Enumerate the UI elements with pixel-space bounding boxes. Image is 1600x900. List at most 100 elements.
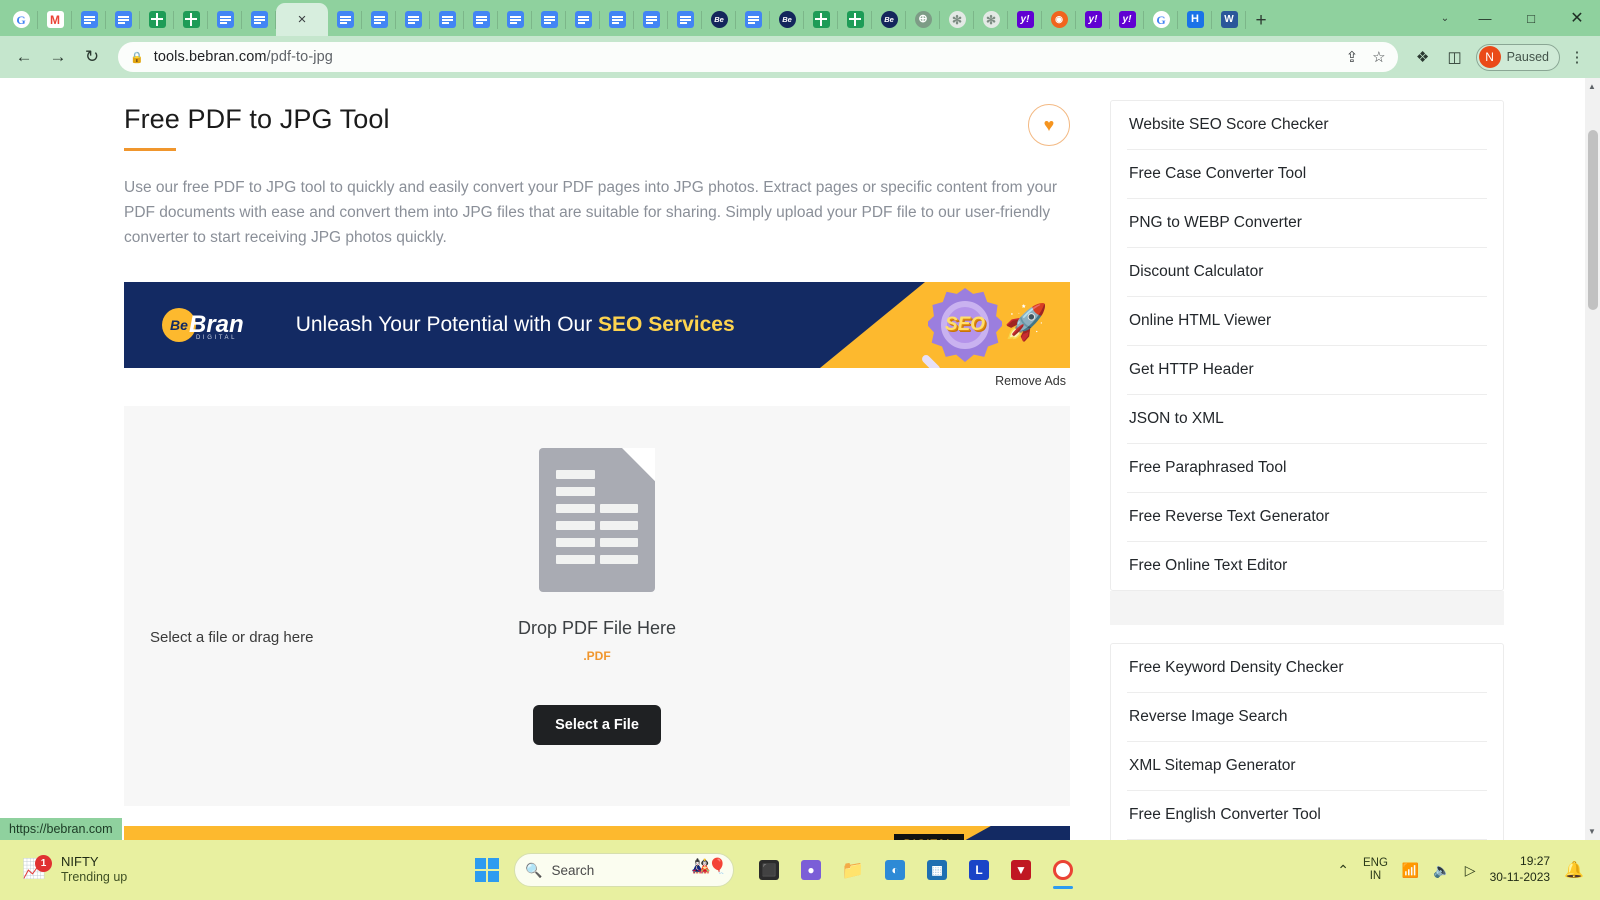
- tab-30[interactable]: ◉: [1042, 3, 1076, 36]
- microsoft-edge-icon[interactable]: ◐: [876, 850, 914, 890]
- tab-32[interactable]: y!: [1110, 3, 1144, 36]
- tab-20[interactable]: Be: [702, 3, 736, 36]
- notification-bell-icon[interactable]: 🔔: [1564, 860, 1584, 880]
- tab-9[interactable]: [328, 3, 362, 36]
- tab-29[interactable]: y!: [1008, 3, 1042, 36]
- tab-strip: G M × Be Be Be ⊕ ✻ ✻ y! ◉ y! y! G H W + ⌄ — □ ✕: [0, 0, 1600, 36]
- tab-33[interactable]: G: [1144, 3, 1178, 36]
- forward-icon[interactable]: →: [42, 41, 74, 73]
- sidebar-item-two-1[interactable]: Reverse Image Search: [1127, 693, 1487, 742]
- close-window-button[interactable]: ✕: [1554, 0, 1600, 36]
- sidebar-item-1[interactable]: Free Case Converter Tool: [1127, 150, 1487, 199]
- file-explorer-icon[interactable]: 📁: [834, 850, 872, 890]
- share-icon[interactable]: ⇪: [1346, 48, 1359, 66]
- tab-34[interactable]: H: [1178, 3, 1212, 36]
- url-text: tools.bebran.com/pdf-to-jpg: [153, 49, 333, 65]
- sidebar-item-4[interactable]: Online HTML Viewer: [1127, 297, 1487, 346]
- extensions-puzzle-icon[interactable]: ❖: [1408, 42, 1438, 72]
- nifty-widget[interactable]: 📈 1 NIFTY Trending up: [22, 854, 127, 886]
- teams-chat-icon[interactable]: ●: [792, 850, 830, 890]
- bottom-ad-banner[interactable]: DIGITAL Transform Your Business with Our: [124, 826, 1070, 840]
- volume-icon[interactable]: 🔈: [1433, 862, 1450, 879]
- tab-7[interactable]: [242, 3, 276, 36]
- wifi-icon[interactable]: 📶: [1402, 862, 1419, 879]
- scrollbar-thumb[interactable]: [1588, 130, 1598, 310]
- tab-28[interactable]: ✻: [974, 3, 1008, 36]
- tray-chevron-icon[interactable]: ⌃: [1337, 862, 1349, 879]
- seo-ad-banner[interactable]: Be Bran DIGITAL Unleash Your Potential w…: [124, 282, 1070, 368]
- sidebar-item-8[interactable]: Free Reverse Text Generator: [1127, 493, 1487, 542]
- lenovo-app-icon[interactable]: L: [960, 850, 998, 890]
- tab-16[interactable]: [566, 3, 600, 36]
- select-file-button[interactable]: Select a File: [533, 705, 661, 745]
- notification-badge: 1: [35, 855, 52, 872]
- start-button[interactable]: [470, 853, 504, 887]
- tab-15[interactable]: [532, 3, 566, 36]
- tab-search-icon[interactable]: ⌄: [1428, 0, 1462, 36]
- tab-31[interactable]: y!: [1076, 3, 1110, 36]
- tab-2[interactable]: [72, 3, 106, 36]
- page-scrollbar[interactable]: ▲ ▼: [1585, 78, 1600, 840]
- tab-4[interactable]: [140, 3, 174, 36]
- sidebar-item-7[interactable]: Free Paraphrased Tool: [1127, 444, 1487, 493]
- tab-10[interactable]: [362, 3, 396, 36]
- tab-17[interactable]: [600, 3, 634, 36]
- tab-6[interactable]: [208, 3, 242, 36]
- sidebar-item-9[interactable]: Free Online Text Editor: [1127, 542, 1487, 590]
- tab-26[interactable]: ⊕: [906, 3, 940, 36]
- tab-23[interactable]: [804, 3, 838, 36]
- new-tab-button[interactable]: +: [1246, 6, 1276, 36]
- tab-0[interactable]: G: [4, 3, 38, 36]
- mcafee-icon[interactable]: ▼: [1002, 850, 1040, 890]
- tab-24[interactable]: [838, 3, 872, 36]
- google-docs-icon: [608, 11, 626, 28]
- taskbar-search-box[interactable]: 🔍 Search 🎎🎈: [514, 853, 734, 887]
- window-controls: ⌄ — □ ✕: [1428, 0, 1600, 36]
- sidebar-item-0[interactable]: Website SEO Score Checker: [1127, 101, 1487, 150]
- tab-14[interactable]: [498, 3, 532, 36]
- google-chrome-icon[interactable]: [1044, 850, 1082, 890]
- tab-27[interactable]: ✻: [940, 3, 974, 36]
- remove-ads-link[interactable]: Remove Ads: [124, 374, 1070, 388]
- address-bar[interactable]: 🔒 tools.bebran.com/pdf-to-jpg ⇪ ☆: [118, 42, 1398, 72]
- scroll-down-arrow[interactable]: ▼: [1588, 827, 1596, 836]
- clock[interactable]: 19:27 30-11-2023: [1490, 854, 1551, 885]
- back-icon[interactable]: ←: [8, 41, 40, 73]
- tab-19[interactable]: [668, 3, 702, 36]
- microsoft-store-icon[interactable]: ▦: [918, 850, 956, 890]
- side-panel-icon[interactable]: ◫: [1440, 42, 1470, 72]
- sidebar-item-two-2[interactable]: XML Sitemap Generator: [1127, 742, 1487, 791]
- tab-12[interactable]: [430, 3, 464, 36]
- sidebar-item-two-3[interactable]: Free English Converter Tool: [1127, 791, 1487, 840]
- tab-3[interactable]: [106, 3, 140, 36]
- sidebar-item-two-0[interactable]: Free Keyword Density Checker: [1127, 644, 1487, 693]
- tab-1[interactable]: M: [38, 3, 72, 36]
- status-bar-tooltip: https://bebran.com: [0, 818, 122, 840]
- tab-35[interactable]: W: [1212, 3, 1246, 36]
- sidebar-item-2[interactable]: PNG to WEBP Converter: [1127, 199, 1487, 248]
- maximize-button[interactable]: □: [1508, 0, 1554, 36]
- sidebar-item-3[interactable]: Discount Calculator: [1127, 248, 1487, 297]
- minimize-button[interactable]: —: [1462, 0, 1508, 36]
- tab-18[interactable]: [634, 3, 668, 36]
- language-indicator[interactable]: ENG IN: [1363, 857, 1388, 883]
- tab-13[interactable]: [464, 3, 498, 36]
- google-sheets-icon: [812, 11, 830, 28]
- tab-22[interactable]: Be: [770, 3, 804, 36]
- chrome-menu-icon[interactable]: ⋮: [1562, 42, 1592, 72]
- active-tab[interactable]: ×: [276, 3, 328, 36]
- favorite-button[interactable]: ♥: [1028, 104, 1070, 146]
- bookmark-star-icon[interactable]: ☆: [1372, 48, 1385, 66]
- task-view-icon[interactable]: ⬛: [750, 850, 788, 890]
- tab-5[interactable]: [174, 3, 208, 36]
- tab-25[interactable]: Be: [872, 3, 906, 36]
- sidebar-item-6[interactable]: JSON to XML: [1127, 395, 1487, 444]
- reload-icon[interactable]: ↻: [76, 41, 108, 73]
- tab-11[interactable]: [396, 3, 430, 36]
- sidebar-item-5[interactable]: Get HTTP Header: [1127, 346, 1487, 395]
- battery-icon[interactable]: ▷: [1465, 862, 1476, 879]
- tab-21[interactable]: [736, 3, 770, 36]
- scroll-up-arrow[interactable]: ▲: [1588, 82, 1596, 91]
- profile-button[interactable]: N Paused: [1475, 43, 1560, 71]
- file-dropzone[interactable]: Drop PDF File Here .PDF Select a file or…: [124, 406, 1070, 806]
